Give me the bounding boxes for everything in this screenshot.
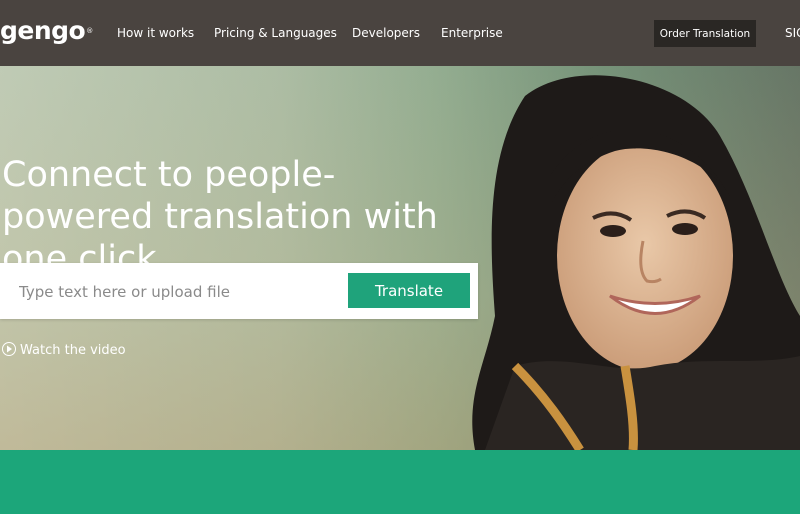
hero-section: Connect to people-powered translation wi…	[0, 66, 800, 450]
translate-search-box: Translate	[0, 263, 478, 319]
sign-in-link[interactable]: SIG	[785, 24, 800, 42]
watch-video-label: Watch the video	[20, 343, 126, 358]
translate-button[interactable]: Translate	[348, 273, 470, 308]
translate-text-input[interactable]	[17, 278, 331, 306]
play-circle-icon	[2, 342, 16, 356]
registered-mark: ®	[86, 27, 93, 35]
gengo-logo[interactable]: gengo®	[0, 16, 93, 46]
watch-video-link[interactable]: Watch the video	[2, 342, 126, 360]
top-navigation-bar: gengo® How it works Pricing & Languages …	[0, 0, 800, 66]
logo-text: gengo	[0, 16, 86, 45]
order-translation-button[interactable]: Order Translation	[654, 20, 756, 47]
hero-headline: Connect to people-powered translation wi…	[2, 155, 438, 279]
green-content-band	[0, 450, 800, 514]
nav-pricing-languages[interactable]: Pricing & Languages	[214, 24, 337, 42]
hero-portrait-image	[472, 75, 800, 450]
nav-enterprise[interactable]: Enterprise	[441, 24, 503, 42]
nav-developers[interactable]: Developers	[352, 24, 420, 42]
nav-how-it-works[interactable]: How it works	[117, 24, 194, 42]
